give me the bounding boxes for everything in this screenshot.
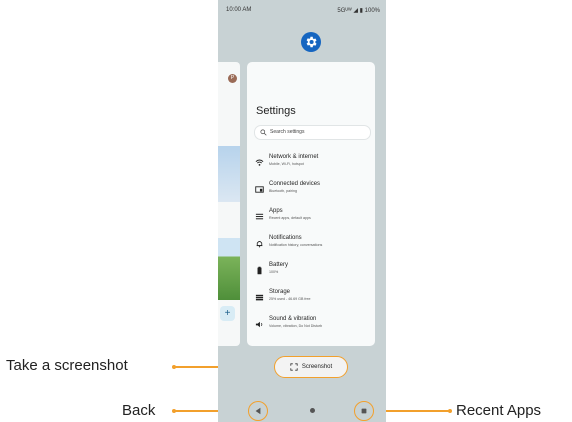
settings-app-icon[interactable]	[301, 32, 321, 52]
screenshot-button[interactable]: Screenshot	[274, 356, 348, 378]
callout-take-screenshot: Take a screenshot	[6, 357, 128, 374]
add-button[interactable]: +	[220, 306, 235, 321]
screenshot-button-label: Screenshot	[301, 364, 333, 370]
status-indicators: 5Gᵁᵂ ◢ ▮ 100%	[337, 8, 380, 14]
sound-icon	[255, 321, 263, 328]
back-triangle-icon	[255, 407, 261, 415]
screenshot-frame-icon	[290, 363, 298, 371]
settings-item-subtitle: 25% used - 46.69 GB free	[269, 297, 311, 301]
wifi-icon	[255, 159, 264, 166]
phone-screen: 10:00 AM 5Gᵁᵂ ◢ ▮ 100% P + Settings Sear…	[218, 0, 386, 422]
back-button[interactable]	[248, 401, 268, 421]
card-image-landscape	[218, 238, 240, 300]
gear-icon	[306, 36, 317, 48]
avatar: P	[228, 74, 237, 83]
card-image-sky	[218, 146, 240, 202]
settings-item-network[interactable]: Network & internet Mobile, Wi-Fi, hotspo…	[247, 153, 375, 175]
settings-item-notifications[interactable]: Notifications Notification history, conv…	[247, 234, 375, 256]
settings-item-subtitle: Mobile, Wi-Fi, hotspot	[269, 162, 304, 166]
settings-item-subtitle: Recent apps, default apps	[269, 216, 311, 220]
search-icon	[260, 129, 267, 136]
settings-item-battery[interactable]: Battery 100%	[247, 261, 375, 283]
bell-icon	[256, 241, 263, 248]
status-time: 10:00 AM	[226, 7, 252, 13]
recent-app-card-previous[interactable]: P +	[218, 62, 240, 346]
settings-item-subtitle: Notification history, conversations	[269, 243, 323, 247]
settings-item-sound[interactable]: Sound & vibration Volume, vibration, Do …	[247, 315, 375, 337]
search-input[interactable]: Search settings	[254, 125, 371, 140]
settings-item-title: Battery	[269, 262, 289, 268]
callout-recent-apps: Recent Apps	[456, 402, 542, 419]
status-bar: 10:00 AM 5Gᵁᵂ ◢ ▮ 100%	[218, 7, 386, 17]
page-title: Settings	[256, 105, 296, 117]
settings-item-title: Notifications	[269, 235, 302, 241]
home-button[interactable]	[310, 408, 315, 413]
search-placeholder: Search settings	[270, 129, 305, 135]
callout-back: Back	[122, 402, 156, 419]
settings-item-title: Connected devices	[269, 181, 321, 187]
storage-icon	[255, 294, 264, 301]
settings-item-subtitle: Volume, vibration, Do Not Disturb	[269, 324, 323, 328]
settings-item-title: Storage	[269, 289, 291, 295]
settings-item-title: Apps	[269, 208, 283, 214]
devices-icon	[255, 186, 264, 193]
settings-item-title: Sound & vibration	[269, 316, 317, 322]
settings-item-subtitle: Bluetooth, pairing	[269, 189, 297, 193]
settings-item-subtitle: 100%	[269, 270, 279, 274]
recent-apps-button[interactable]	[354, 401, 374, 421]
battery-icon	[257, 266, 262, 275]
settings-item-connected-devices[interactable]: Connected devices Bluetooth, pairing	[247, 180, 375, 202]
settings-item-apps[interactable]: Apps Recent apps, default apps	[247, 207, 375, 229]
recents-square-icon	[361, 408, 367, 414]
apps-icon	[255, 213, 264, 220]
settings-item-title: Network & internet	[269, 154, 319, 160]
recent-app-card-settings[interactable]: Settings Search settings Network & inter…	[247, 62, 375, 346]
settings-item-storage[interactable]: Storage 25% used - 46.69 GB free	[247, 288, 375, 310]
